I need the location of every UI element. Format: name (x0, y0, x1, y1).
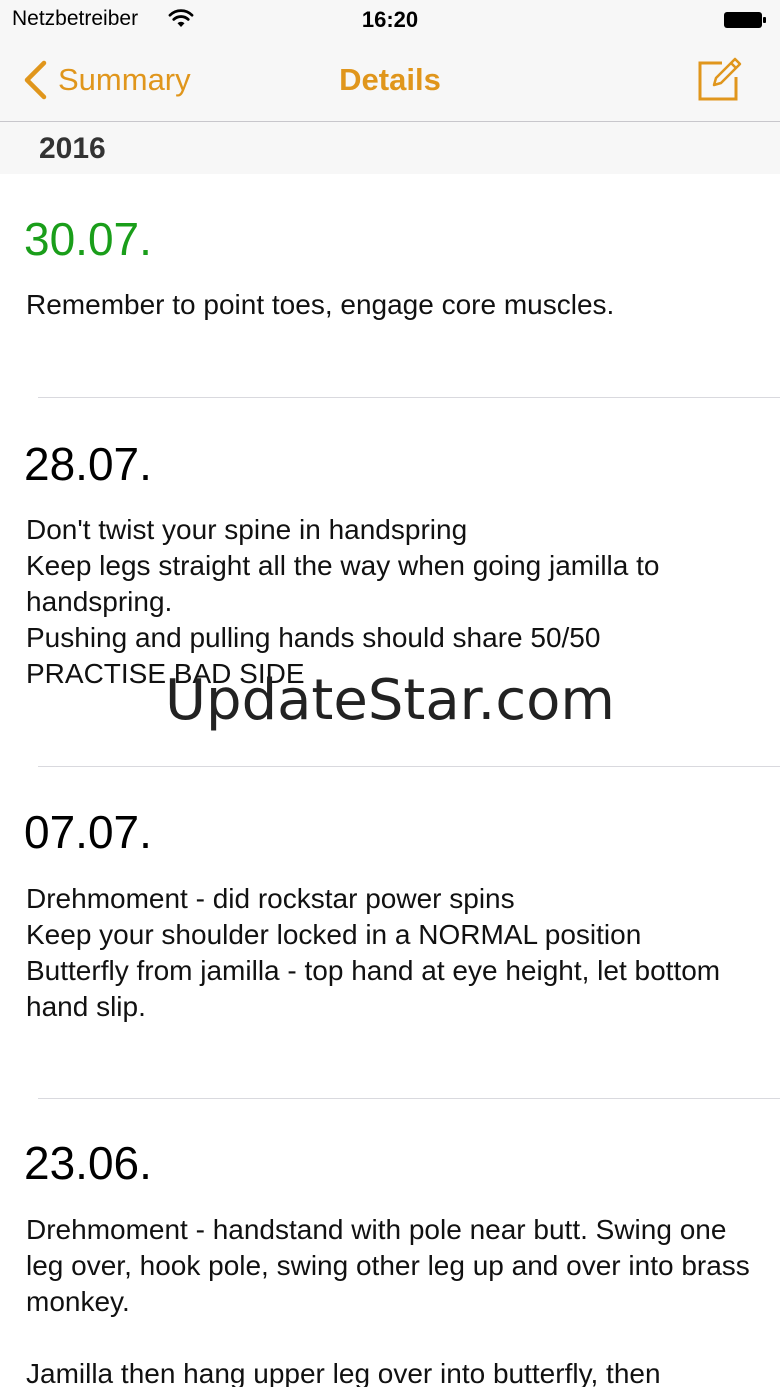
battery-icon (724, 12, 766, 28)
status-bar: Netzbetreiber 16:20 (0, 0, 780, 40)
status-time: 16:20 (361, 7, 419, 32)
list-item[interactable]: 30.07. Remember to point toes, engage co… (0, 174, 780, 398)
entries-list: 30.07. Remember to point toes, engage co… (0, 174, 780, 1387)
back-button[interactable]: Summary (22, 58, 191, 102)
section-year: 2016 (39, 132, 106, 165)
entry-date: 23.06. (24, 1137, 152, 1189)
entry-date: 07.07. (24, 806, 152, 858)
entry-date: 28.07. (24, 438, 152, 490)
navigation-bar: Summary Details (0, 40, 780, 122)
list-item[interactable]: 07.07. Drehmoment - did rockstar power s… (0, 767, 780, 1099)
entry-date: 30.07. (24, 213, 152, 265)
entry-text: Don't twist your spine in handspring Kee… (26, 514, 660, 689)
entry-text: Drehmoment - handstand with pole near bu… (26, 1214, 750, 1387)
chevron-left-icon (24, 60, 47, 100)
list-item[interactable]: 23.06. Drehmoment - handstand with pole … (0, 1099, 780, 1387)
section-header: 2016 (0, 122, 780, 174)
entry-text: Drehmoment - did rockstar power spins Ke… (26, 883, 721, 1022)
list-item[interactable]: 28.07. Don't twist your spine in handspr… (0, 398, 780, 767)
back-button-label: Summary (58, 62, 191, 97)
entry-text: Remember to point toes, engage core musc… (26, 289, 615, 320)
compose-icon[interactable] (696, 55, 744, 103)
